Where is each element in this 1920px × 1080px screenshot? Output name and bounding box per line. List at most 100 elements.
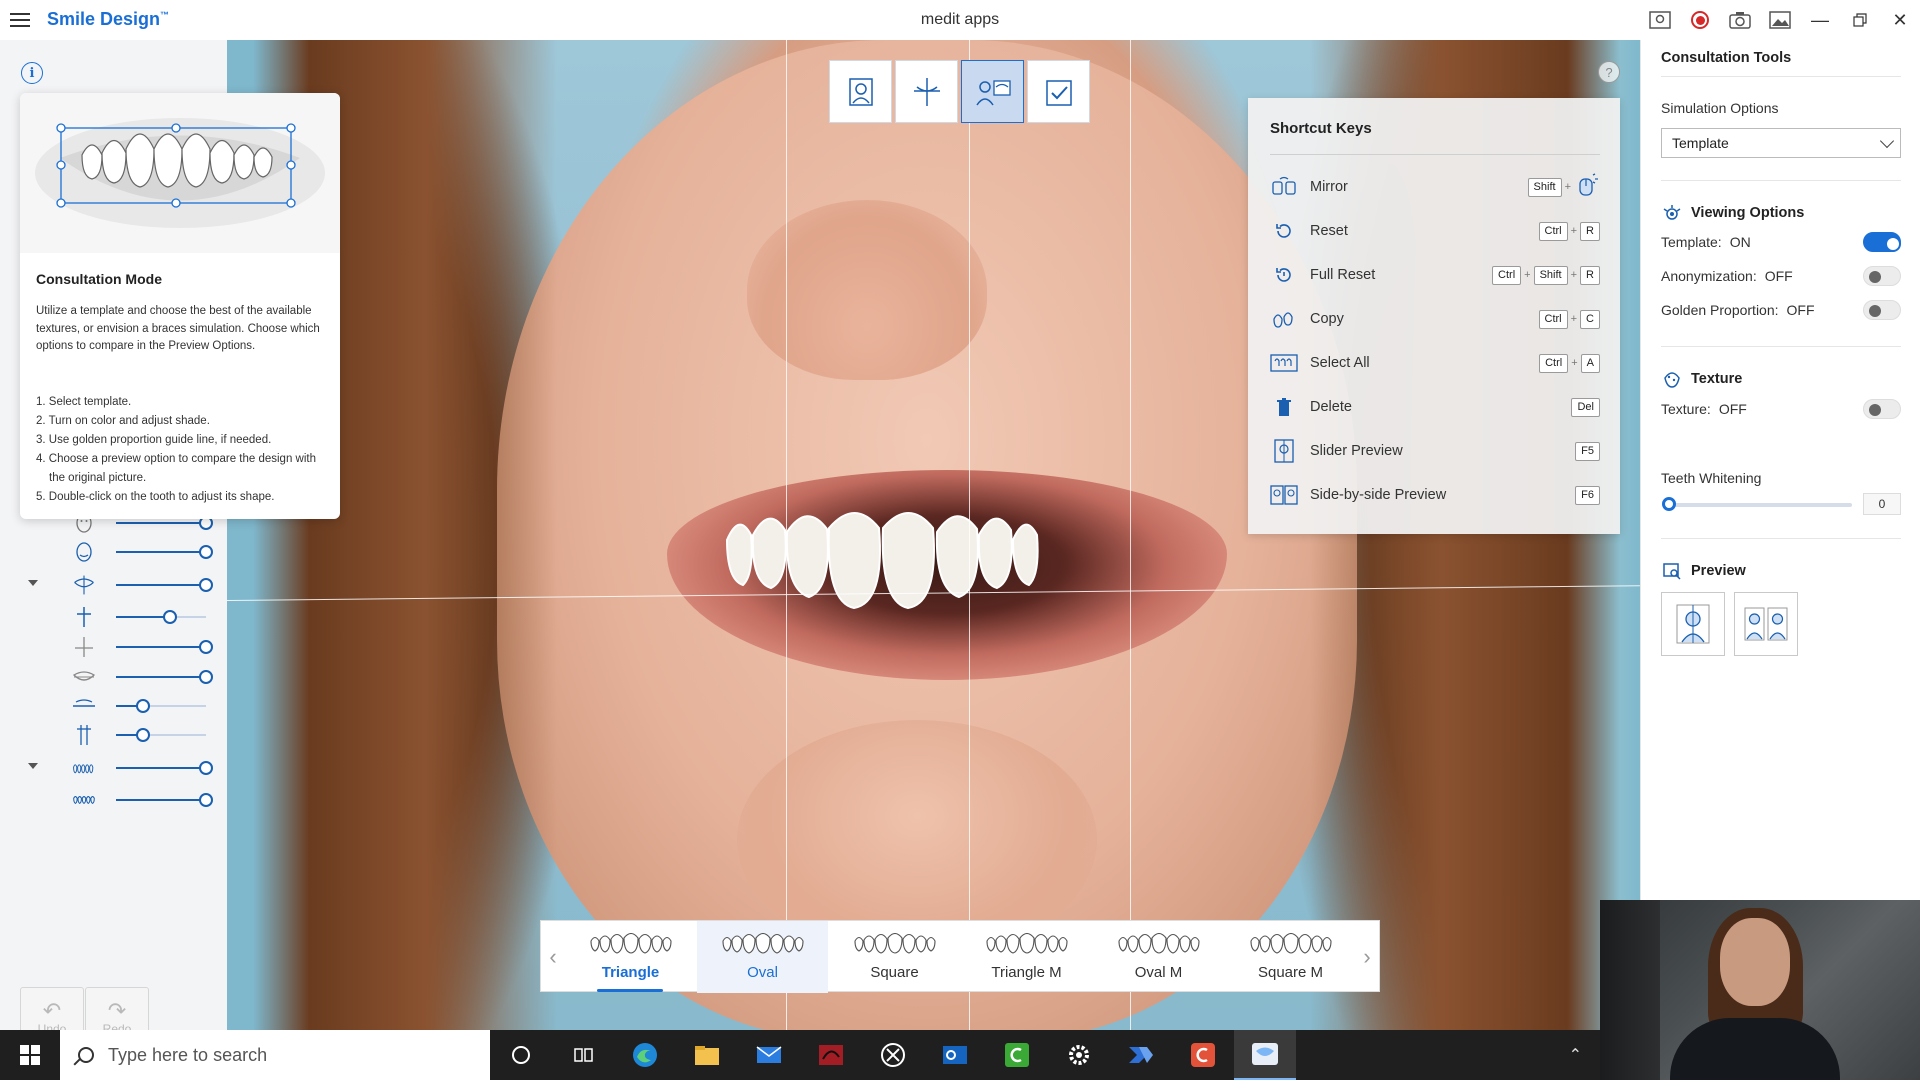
midline-guide[interactable] (969, 40, 970, 1030)
slider-knob[interactable] (199, 545, 213, 559)
slider-knob[interactable] (136, 728, 150, 742)
opacity-slider[interactable] (116, 793, 213, 807)
tray-chevron-up-icon[interactable]: ⌃ (1569, 1045, 1582, 1065)
slider-knob[interactable] (199, 640, 213, 654)
template-option[interactable]: Square M (1225, 921, 1356, 993)
midline-guide-icon[interactable] (72, 723, 96, 747)
chevron-down-icon (1879, 133, 1895, 149)
toggle-switch[interactable] (1863, 266, 1901, 286)
head-icon[interactable] (72, 540, 96, 564)
guide-line-right[interactable] (1130, 40, 1131, 1030)
shortcut-label: Reset (1310, 223, 1348, 239)
template-option[interactable]: Square (829, 921, 960, 993)
cortana-icon[interactable] (490, 1030, 552, 1080)
copy-icon (1270, 305, 1298, 333)
texture-header: Texture (1661, 370, 1742, 388)
windows-start-button[interactable] (0, 1030, 60, 1080)
collapse-caret-icon[interactable] (28, 763, 38, 769)
consultation-title: Consultation Mode (36, 271, 162, 287)
record-icon[interactable] (1680, 0, 1720, 40)
slider-preview-button[interactable] (1661, 592, 1725, 656)
slider-knob[interactable] (199, 761, 213, 775)
dental-arch-icon[interactable] (72, 756, 96, 780)
consultation-step: 1. Select template. (36, 396, 132, 408)
teeth-template-overlay[interactable] (707, 510, 1187, 625)
carousel-next-icon[interactable]: › (1355, 921, 1379, 993)
powerautomate-icon[interactable] (1110, 1030, 1172, 1080)
opacity-slider[interactable] (116, 578, 213, 592)
restore-button[interactable] (1840, 0, 1880, 40)
gallery-icon[interactable] (1760, 0, 1800, 40)
settings-icon[interactable] (1048, 1030, 1110, 1080)
guide-line-left[interactable] (786, 40, 787, 1030)
medit-icon[interactable] (1234, 1030, 1296, 1080)
vertical-line-icon[interactable] (72, 605, 96, 629)
outlook-icon[interactable] (924, 1030, 986, 1080)
shortcut-label: Side-by-side Preview (1310, 487, 1447, 503)
slider-knob[interactable] (199, 793, 213, 807)
opacity-slider[interactable] (116, 545, 213, 559)
lip-line-icon[interactable] (72, 665, 96, 689)
close-button[interactable]: ✕ (1880, 0, 1920, 40)
simulation-options-select[interactable]: Template (1661, 128, 1901, 158)
teeth-whitening-value[interactable]: 0 (1863, 493, 1901, 515)
photo-setup-mode-button[interactable] (829, 60, 892, 123)
help-icon[interactable]: ? (1598, 61, 1620, 83)
mail-icon[interactable] (738, 1030, 800, 1080)
teeth-template-icon[interactable] (72, 573, 96, 597)
slider-knob[interactable] (199, 670, 213, 684)
presenter-body (1670, 1018, 1840, 1080)
template-option[interactable]: Triangle (565, 921, 696, 993)
side-by-side-preview-button[interactable] (1734, 592, 1798, 656)
slider-knob[interactable] (163, 610, 177, 624)
opacity-slider[interactable] (116, 728, 206, 742)
finish-mode-button[interactable] (1027, 60, 1090, 123)
opacity-slider[interactable] (116, 640, 213, 654)
layer-slider-row (20, 754, 230, 782)
side-by-side-icon (1270, 481, 1298, 509)
shortcut-keys-title: Shortcut Keys (1270, 120, 1372, 137)
opacity-slider[interactable] (116, 699, 206, 713)
xbox-icon[interactable] (862, 1030, 924, 1080)
consultation-mode-button[interactable] (961, 60, 1024, 123)
opacity-slider[interactable] (116, 761, 213, 775)
horizontal-guide-icon[interactable] (72, 694, 96, 718)
teeth-row-icon[interactable] (72, 788, 96, 812)
toggle-switch[interactable] (1863, 300, 1901, 320)
shortcut-key: Del (1571, 397, 1600, 417)
task-view-icon[interactable] (552, 1030, 614, 1080)
opacity-slider[interactable] (116, 670, 213, 684)
file-explorer-icon[interactable] (676, 1030, 738, 1080)
template-option[interactable]: Oval M (1093, 921, 1224, 993)
taskbar-search-input[interactable]: Type here to search (60, 1030, 490, 1080)
collapse-caret-icon[interactable] (28, 580, 38, 586)
shortcut-row: Slider Preview F5 (1270, 435, 1600, 467)
menu-icon[interactable] (8, 9, 32, 31)
opacity-slider[interactable] (116, 516, 213, 530)
opacity-slider[interactable] (116, 610, 206, 624)
camera-icon[interactable] (1720, 0, 1760, 40)
crosshair-line-icon[interactable] (72, 635, 96, 659)
guide-line-mode-button[interactable] (895, 60, 958, 123)
edge-icon[interactable] (614, 1030, 676, 1080)
camtasia-icon[interactable] (986, 1030, 1048, 1080)
shortcut-row: Mirror Shift + (1270, 171, 1600, 203)
toggle-switch[interactable] (1863, 232, 1901, 252)
texture-toggle[interactable] (1863, 399, 1901, 419)
template-option[interactable]: Oval (697, 921, 828, 993)
shortcut-key: A (1580, 353, 1600, 373)
scan-icon[interactable] (1640, 0, 1680, 40)
recorder-icon[interactable] (1172, 1030, 1234, 1080)
template-option[interactable]: Triangle M (961, 921, 1092, 993)
slider-knob[interactable] (136, 699, 150, 713)
texture-option: Texture: OFF (1661, 399, 1901, 419)
red-app-icon[interactable] (800, 1030, 862, 1080)
mouse-click-icon (1574, 172, 1600, 202)
carousel-prev-icon[interactable]: ‹ (541, 921, 565, 993)
teeth-whitening-track[interactable] (1667, 503, 1852, 507)
info-icon[interactable]: i (21, 62, 43, 84)
slider-knob[interactable] (199, 578, 213, 592)
teeth-whitening-knob[interactable] (1662, 497, 1676, 511)
minimize-button[interactable]: — (1800, 0, 1840, 40)
simulation-options-label: Simulation Options (1661, 100, 1779, 116)
